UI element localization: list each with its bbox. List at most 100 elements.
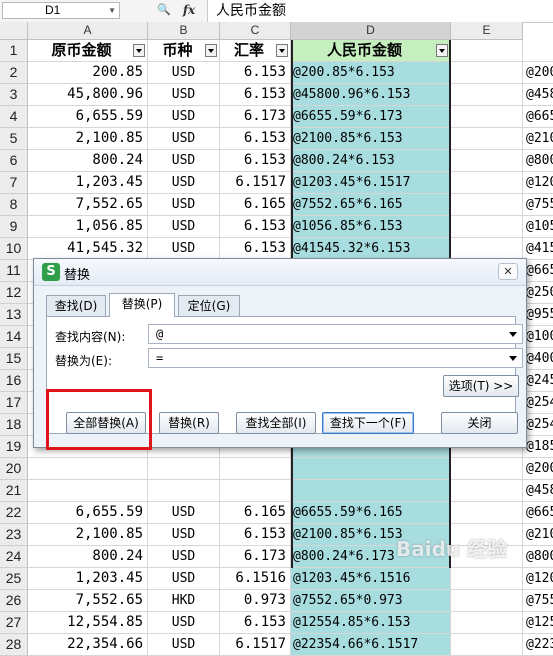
row-header[interactable]: 24: [0, 546, 28, 568]
cell-f-formula[interactable]: @800: [523, 150, 553, 172]
cell-original-amount[interactable]: 2,100.85: [28, 524, 148, 546]
cell-f-formula[interactable]: @955: [523, 304, 553, 326]
cell-currency[interactable]: HKD: [148, 590, 220, 612]
find-input[interactable]: @: [148, 324, 523, 344]
cell-f-formula[interactable]: @100: [523, 326, 553, 348]
row-header[interactable]: 26: [0, 590, 28, 612]
replace-button[interactable]: 替换(R): [159, 412, 219, 434]
cell-original-amount[interactable]: 800.24: [28, 150, 148, 172]
cell-currency[interactable]: USD: [148, 150, 220, 172]
tab-find[interactable]: 查找(D): [46, 295, 106, 316]
cell-e[interactable]: [451, 568, 523, 590]
cell-f-formula[interactable]: @458: [523, 480, 553, 502]
cell-rmb-formula[interactable]: @200.85*6.153: [291, 62, 451, 84]
row-header[interactable]: 25: [0, 568, 28, 590]
cell-e[interactable]: [451, 634, 523, 656]
row-header[interactable]: 3: [0, 84, 28, 106]
cell-currency[interactable]: USD: [148, 216, 220, 238]
cell-rate[interactable]: 6.165: [220, 502, 291, 524]
cell-rate[interactable]: 6.1517: [220, 172, 291, 194]
cell-currency[interactable]: USD: [148, 524, 220, 546]
cell-rmb-formula[interactable]: @1203.45*6.1516: [291, 568, 451, 590]
magnifier-icon[interactable]: 🔍: [156, 2, 172, 18]
cell-rmb-formula[interactable]: @1203.45*6.1517: [291, 172, 451, 194]
cell-f-formula[interactable]: @120: [523, 172, 553, 194]
row-header[interactable]: 1: [0, 40, 28, 62]
row-header[interactable]: 22: [0, 502, 28, 524]
cell-e[interactable]: [451, 172, 523, 194]
cell-e[interactable]: [451, 590, 523, 612]
cell-currency[interactable]: USD: [148, 634, 220, 656]
col-header-d[interactable]: D: [291, 22, 451, 40]
cell-currency[interactable]: USD: [148, 546, 220, 568]
cell[interactable]: [451, 40, 523, 62]
row-header[interactable]: 6: [0, 150, 28, 172]
cell-rmb-formula[interactable]: @800.24*6.153: [291, 150, 451, 172]
cell-rate[interactable]: [220, 458, 291, 480]
cell-f-formula[interactable]: @665: [523, 260, 553, 282]
cell-f-formula[interactable]: @254: [523, 414, 553, 436]
cell-currency[interactable]: USD: [148, 612, 220, 634]
row-header[interactable]: 7: [0, 172, 28, 194]
cell-rate[interactable]: 6.153: [220, 612, 291, 634]
row-header[interactable]: 12: [0, 282, 28, 304]
cell-original-amount[interactable]: 1,203.45: [28, 172, 148, 194]
cell-rmb-formula[interactable]: [291, 458, 451, 480]
cell-rate[interactable]: 6.165: [220, 194, 291, 216]
cell-rate[interactable]: 6.1517: [220, 634, 291, 656]
cell-original-amount[interactable]: 2,100.85: [28, 128, 148, 150]
cell-original-amount[interactable]: [28, 480, 148, 502]
cell-rmb-formula[interactable]: [291, 480, 451, 502]
cell-rate[interactable]: [220, 480, 291, 502]
close-icon[interactable]: ✕: [498, 263, 518, 280]
cell-rate[interactable]: 0.973: [220, 590, 291, 612]
tab-replace[interactable]: 替换(P): [109, 293, 175, 317]
cell-rate[interactable]: 6.153: [220, 84, 291, 106]
cell-original-amount[interactable]: 7,552.65: [28, 590, 148, 612]
row-header[interactable]: 27: [0, 612, 28, 634]
cell-rmb-formula[interactable]: @1056.85*6.153: [291, 216, 451, 238]
header-rate[interactable]: 汇率: [220, 40, 291, 62]
cell-rmb-formula[interactable]: @6655.59*6.173: [291, 106, 451, 128]
cell-rate[interactable]: 6.153: [220, 128, 291, 150]
col-header-c[interactable]: C: [220, 22, 291, 40]
cell-f-formula[interactable]: @200: [523, 458, 553, 480]
row-header[interactable]: 15: [0, 348, 28, 370]
cell-rmb-formula[interactable]: @2100.85*6.153: [291, 128, 451, 150]
select-all-corner[interactable]: [0, 22, 28, 40]
row-header[interactable]: 8: [0, 194, 28, 216]
cell-rmb-formula[interactable]: @22354.66*6.1517: [291, 634, 451, 656]
options-button[interactable]: 选项(T) >>: [443, 375, 519, 397]
row-header[interactable]: 14: [0, 326, 28, 348]
cell-original-amount[interactable]: 6,655.59: [28, 106, 148, 128]
cell-currency[interactable]: [148, 458, 220, 480]
cell-e[interactable]: [451, 238, 523, 260]
row-header[interactable]: 10: [0, 238, 28, 260]
cell-original-amount[interactable]: 200.85: [28, 62, 148, 84]
cell-f-formula[interactable]: @210: [523, 128, 553, 150]
cell-e[interactable]: [451, 216, 523, 238]
cell-e[interactable]: [451, 612, 523, 634]
filter-dropdown-icon[interactable]: [436, 44, 448, 57]
cell-original-amount[interactable]: [28, 458, 148, 480]
cell-currency[interactable]: USD: [148, 194, 220, 216]
cell-e[interactable]: [451, 502, 523, 524]
cell-rmb-formula[interactable]: @7552.65*0.973: [291, 590, 451, 612]
cell-e[interactable]: [451, 84, 523, 106]
cell-e[interactable]: [451, 194, 523, 216]
cell-rmb-formula[interactable]: @7552.65*6.165: [291, 194, 451, 216]
row-header[interactable]: 11: [0, 260, 28, 282]
cell-f-formula[interactable]: @245: [523, 370, 553, 392]
cell-original-amount[interactable]: 1,203.45: [28, 568, 148, 590]
cell-f-formula[interactable]: @223: [523, 634, 553, 656]
cell-original-amount[interactable]: 7,552.65: [28, 194, 148, 216]
cell-currency[interactable]: USD: [148, 128, 220, 150]
cell-rmb-formula[interactable]: @45800.96*6.153: [291, 84, 451, 106]
row-header[interactable]: 5: [0, 128, 28, 150]
cell-f-formula[interactable]: @755: [523, 194, 553, 216]
cell-f-formula[interactable]: @200: [523, 62, 553, 84]
row-header[interactable]: 23: [0, 524, 28, 546]
row-header[interactable]: 28: [0, 634, 28, 656]
row-header[interactable]: 17: [0, 392, 28, 414]
cell-currency[interactable]: USD: [148, 238, 220, 260]
